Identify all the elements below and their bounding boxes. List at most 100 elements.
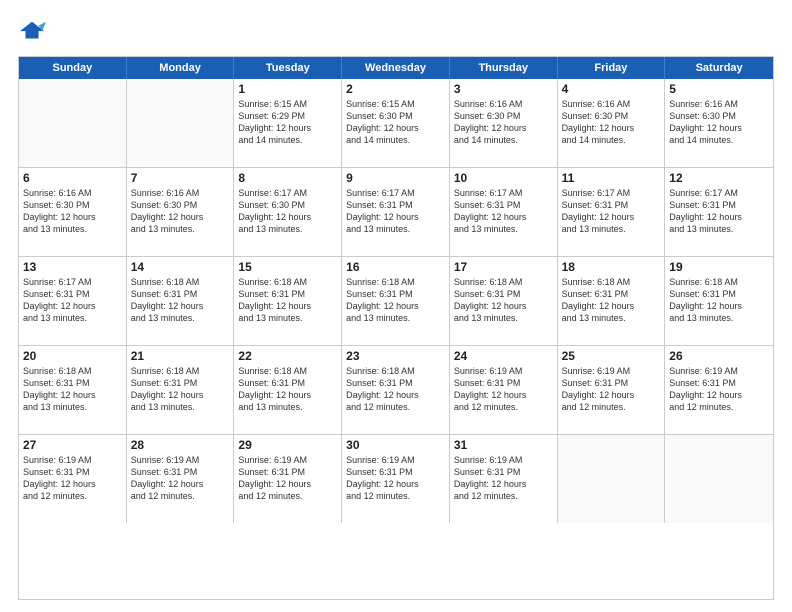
cell-info: Sunrise: 6:17 AM Sunset: 6:31 PM Dayligh… (562, 187, 661, 236)
calendar-cell (665, 435, 773, 523)
calendar-week: 13 Sunrise: 6:17 AM Sunset: 6:31 PM Dayli… (19, 257, 773, 346)
calendar-week: 20 Sunrise: 6:18 AM Sunset: 6:31 PM Dayli… (19, 346, 773, 435)
day-number: 25 (562, 349, 661, 363)
day-number: 27 (23, 438, 122, 452)
calendar-cell: 10Sunrise: 6:17 AM Sunset: 6:31 PM Dayli… (450, 168, 558, 256)
calendar-cell: 17 Sunrise: 6:18 AM Sunset: 6:31 PM Dayli… (450, 257, 558, 345)
calendar-cell: 3Sunrise: 6:16 AM Sunset: 6:30 PM Daylig… (450, 79, 558, 167)
day-number: 14 (131, 260, 230, 274)
cell-info: Sunrise: 6:16 AM Sunset: 6:30 PM Dayligh… (131, 187, 230, 236)
day-number: 6 (23, 171, 122, 185)
calendar: SundayMondayTuesdayWednesdayThursdayFrid… (18, 56, 774, 600)
cell-info: Sunrise: 6:19 AM Sunset: 6:31 PM Dayligh… (454, 365, 553, 414)
cell-info: Sunrise: 6:16 AM Sunset: 6:30 PM Dayligh… (454, 98, 553, 147)
calendar-cell: 20 Sunrise: 6:18 AM Sunset: 6:31 PM Dayli… (19, 346, 127, 434)
cell-info: Sunrise: 6:15 AM Sunset: 6:29 PM Dayligh… (238, 98, 337, 147)
calendar-cell: 5 Sunrise: 6:16 AM Sunset: 6:30 PM Daylig… (665, 79, 773, 167)
calendar-header-row: SundayMondayTuesdayWednesdayThursdayFrid… (19, 57, 773, 79)
cell-info: Sunrise: 6:17 AM Sunset: 6:31 PM Dayligh… (669, 187, 769, 236)
calendar-cell (19, 79, 127, 167)
day-number: 17 (454, 260, 553, 274)
calendar-cell: 14 Sunrise: 6:18 AM Sunset: 6:31 PM Dayli… (127, 257, 235, 345)
calendar-cell: 28Sunrise: 6:19 AM Sunset: 6:31 PM Dayli… (127, 435, 235, 523)
calendar-cell: 30Sunrise: 6:19 AM Sunset: 6:31 PM Dayli… (342, 435, 450, 523)
cell-info: Sunrise: 6:19 AM Sunset: 6:31 PM Dayligh… (669, 365, 769, 414)
cell-info: Sunrise: 6:19 AM Sunset: 6:31 PM Dayligh… (238, 454, 337, 503)
logo (18, 18, 50, 46)
calendar-cell: 23Sunrise: 6:18 AM Sunset: 6:31 PM Dayli… (342, 346, 450, 434)
calendar-cell: 26 Sunrise: 6:19 AM Sunset: 6:31 PM Dayli… (665, 346, 773, 434)
calendar-cell: 24 Sunrise: 6:19 AM Sunset: 6:31 PM Dayli… (450, 346, 558, 434)
calendar-header-cell: Monday (127, 57, 235, 79)
cell-info: Sunrise: 6:19 AM Sunset: 6:31 PM Dayligh… (23, 454, 122, 503)
calendar-cell: 31 Sunrise: 6:19 AM Sunset: 6:31 PM Dayli… (450, 435, 558, 523)
calendar-cell: 19 Sunrise: 6:18 AM Sunset: 6:31 PM Dayli… (665, 257, 773, 345)
day-number: 13 (23, 260, 122, 274)
day-number: 31 (454, 438, 553, 452)
calendar-cell: 4 Sunrise: 6:16 AM Sunset: 6:30 PM Daylig… (558, 79, 666, 167)
day-number: 4 (562, 82, 661, 96)
cell-info: Sunrise: 6:19 AM Sunset: 6:31 PM Dayligh… (454, 454, 553, 503)
day-number: 18 (562, 260, 661, 274)
day-number: 26 (669, 349, 769, 363)
cell-info: Sunrise: 6:17 AM Sunset: 6:30 PM Dayligh… (238, 187, 337, 236)
calendar-cell: 27 Sunrise: 6:19 AM Sunset: 6:31 PM Dayli… (19, 435, 127, 523)
day-number: 7 (131, 171, 230, 185)
calendar-header-cell: Friday (558, 57, 666, 79)
day-number: 12 (669, 171, 769, 185)
day-number: 16 (346, 260, 445, 274)
cell-info: Sunrise: 6:18 AM Sunset: 6:31 PM Dayligh… (131, 365, 230, 414)
day-number: 28 (131, 438, 230, 452)
day-number: 15 (238, 260, 337, 274)
calendar-cell: 18 Sunrise: 6:18 AM Sunset: 6:31 PM Dayli… (558, 257, 666, 345)
calendar-cell: 16 Sunrise: 6:18 AM Sunset: 6:31 PM Dayli… (342, 257, 450, 345)
calendar-cell: 21Sunrise: 6:18 AM Sunset: 6:31 PM Dayli… (127, 346, 235, 434)
calendar-cell: 15 Sunrise: 6:18 AM Sunset: 6:31 PM Dayli… (234, 257, 342, 345)
day-number: 8 (238, 171, 337, 185)
cell-info: Sunrise: 6:19 AM Sunset: 6:31 PM Dayligh… (346, 454, 445, 503)
calendar-cell: 1 Sunrise: 6:15 AM Sunset: 6:29 PM Daylig… (234, 79, 342, 167)
day-number: 10 (454, 171, 553, 185)
calendar-header-cell: Saturday (665, 57, 773, 79)
cell-info: Sunrise: 6:18 AM Sunset: 6:31 PM Dayligh… (346, 276, 445, 325)
calendar-header-cell: Tuesday (234, 57, 342, 79)
calendar-cell: 8 Sunrise: 6:17 AM Sunset: 6:30 PM Daylig… (234, 168, 342, 256)
calendar-cell (127, 79, 235, 167)
cell-info: Sunrise: 6:16 AM Sunset: 6:30 PM Dayligh… (562, 98, 661, 147)
cell-info: Sunrise: 6:16 AM Sunset: 6:30 PM Dayligh… (669, 98, 769, 147)
calendar-cell: 6Sunrise: 6:16 AM Sunset: 6:30 PM Daylig… (19, 168, 127, 256)
day-number: 9 (346, 171, 445, 185)
day-number: 24 (454, 349, 553, 363)
cell-info: Sunrise: 6:18 AM Sunset: 6:31 PM Dayligh… (23, 365, 122, 414)
cell-info: Sunrise: 6:17 AM Sunset: 6:31 PM Dayligh… (23, 276, 122, 325)
header (18, 18, 774, 46)
calendar-header-cell: Sunday (19, 57, 127, 79)
calendar-cell (558, 435, 666, 523)
calendar-body: 1 Sunrise: 6:15 AM Sunset: 6:29 PM Daylig… (19, 79, 773, 523)
day-number: 19 (669, 260, 769, 274)
calendar-week: 1 Sunrise: 6:15 AM Sunset: 6:29 PM Daylig… (19, 79, 773, 168)
day-number: 5 (669, 82, 769, 96)
calendar-cell: 9Sunrise: 6:17 AM Sunset: 6:31 PM Daylig… (342, 168, 450, 256)
calendar-cell: 22 Sunrise: 6:18 AM Sunset: 6:31 PM Dayli… (234, 346, 342, 434)
cell-info: Sunrise: 6:18 AM Sunset: 6:31 PM Dayligh… (238, 276, 337, 325)
calendar-cell: 25Sunrise: 6:19 AM Sunset: 6:31 PM Dayli… (558, 346, 666, 434)
calendar-header-cell: Thursday (450, 57, 558, 79)
calendar-week: 6 Sunrise: 6:16 AM Sunset: 6:30 PM Daylig… (19, 168, 773, 257)
calendar-cell: 29Sunrise: 6:19 AM Sunset: 6:31 PM Dayli… (234, 435, 342, 523)
cell-info: Sunrise: 6:18 AM Sunset: 6:31 PM Dayligh… (669, 276, 769, 325)
day-number: 20 (23, 349, 122, 363)
calendar-cell: 7 Sunrise: 6:16 AM Sunset: 6:30 PM Daylig… (127, 168, 235, 256)
calendar-cell: 11Sunrise: 6:17 AM Sunset: 6:31 PM Dayli… (558, 168, 666, 256)
day-number: 22 (238, 349, 337, 363)
calendar-cell: 12 Sunrise: 6:17 AM Sunset: 6:31 PM Dayli… (665, 168, 773, 256)
day-number: 1 (238, 82, 337, 96)
page: SundayMondayTuesdayWednesdayThursdayFrid… (0, 0, 792, 612)
cell-info: Sunrise: 6:18 AM Sunset: 6:31 PM Dayligh… (454, 276, 553, 325)
cell-info: Sunrise: 6:18 AM Sunset: 6:31 PM Dayligh… (131, 276, 230, 325)
cell-info: Sunrise: 6:18 AM Sunset: 6:31 PM Dayligh… (562, 276, 661, 325)
calendar-week: 27 Sunrise: 6:19 AM Sunset: 6:31 PM Dayli… (19, 435, 773, 523)
calendar-cell: 13 Sunrise: 6:17 AM Sunset: 6:31 PM Dayli… (19, 257, 127, 345)
cell-info: Sunrise: 6:15 AM Sunset: 6:30 PM Dayligh… (346, 98, 445, 147)
cell-info: Sunrise: 6:18 AM Sunset: 6:31 PM Dayligh… (238, 365, 337, 414)
